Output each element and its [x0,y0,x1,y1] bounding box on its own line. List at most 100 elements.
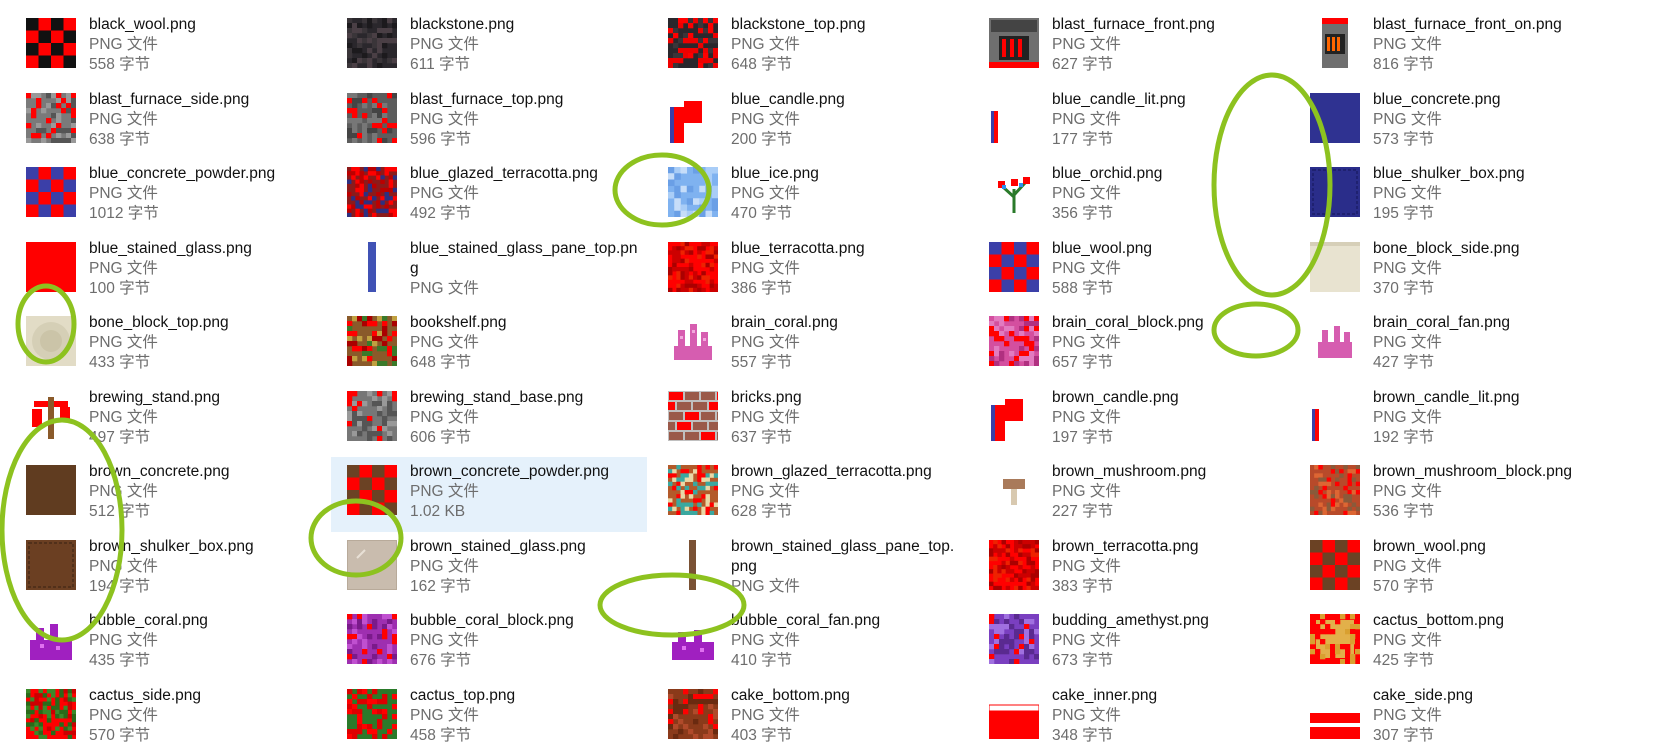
file-name: blue_candle_lit.png [1052,90,1186,108]
file-item[interactable]: cactus_bottom.png PNG 文件 425 字节 [1298,606,1619,681]
glazed-terracotta-texture [347,167,397,217]
solid-brown-texture [26,465,76,515]
file-type: PNG 文件 [410,408,479,426]
file-name: brown_candle.png [1052,388,1179,406]
file-size: 648 字节 [731,56,793,73]
file-thumbnail [1309,166,1361,218]
file-item[interactable]: brewing_stand_base.png PNG 文件 606 字节 [335,383,656,458]
file-item[interactable]: brown_wool.png PNG 文件 570 字节 [1298,532,1619,607]
file-item[interactable]: brown_mushroom_block.png PNG 文件 536 字节 [1298,457,1619,532]
file-item[interactable]: blackstone_top.png PNG 文件 648 字节 [656,10,977,85]
file-item[interactable]: cake_side.png PNG 文件 307 字节 [1298,681,1619,755]
file-item[interactable]: brown_concrete_powder.png PNG 文件 1.02 KB [331,457,647,532]
file-item[interactable]: blast_furnace_front_on.png PNG 文件 816 字节 [1298,10,1619,85]
file-info: blue_shulker_box.png PNG 文件 195 字节 [1373,164,1525,224]
file-item[interactable]: blue_candle_lit.png PNG 文件 177 字节 [977,85,1298,160]
file-type: PNG 文件 [89,110,158,128]
file-thumbnail [988,539,1040,591]
file-name: blast_furnace_front_on.png [1373,16,1562,33]
file-name: blue_orchid.png [1052,165,1163,182]
file-item[interactable]: bookshelf.png PNG 文件 648 字节 [335,308,656,383]
file-name: blast_furnace_side.png [89,90,250,108]
file-name: blue_ice.png [731,165,819,182]
file-item[interactable]: bubble_coral_fan.png PNG 文件 410 字节 [656,606,977,681]
file-type: PNG 文件 [89,632,158,649]
file-item[interactable]: brown_stained_glass.png PNG 文件 162 字节 [335,532,656,607]
file-name: cake_bottom.png [731,686,850,704]
file-item[interactable]: brown_glazed_terracotta.png PNG 文件 628 字节 [656,457,977,532]
file-item[interactable]: cake_inner.png PNG 文件 348 字节 [977,681,1298,755]
file-item[interactable]: cactus_side.png PNG 文件 570 字节 [14,681,335,755]
file-item[interactable]: blast_furnace_front.png PNG 文件 627 字节 [977,10,1298,85]
file-item[interactable]: bone_block_side.png PNG 文件 370 字节 [1298,234,1619,309]
file-info: blue_ice.png PNG 文件 470 字节 [731,164,819,224]
file-info: brown_stained_glass.png PNG 文件 162 字节 [410,537,586,597]
file-item[interactable]: blue_concrete.png PNG 文件 573 字节 [1298,85,1619,160]
glass-beige-texture [347,539,397,590]
file-name: blue_concrete_powder.png [89,165,276,182]
file-thumbnail [988,464,1040,516]
file-item[interactable]: black_wool.png PNG 文件 558 字节 [14,10,335,85]
checker-red-blue-texture [989,241,1039,292]
file-info: bubble_coral_block.png PNG 文件 676 字节 [410,611,574,671]
file-item[interactable]: bubble_coral.png PNG 文件 435 字节 [14,606,335,681]
file-item[interactable]: blue_stained_glass_pane_top.png PNG 文件 [335,234,656,309]
file-item[interactable]: brown_shulker_box.png PNG 文件 194 字节 [14,532,335,607]
file-item[interactable]: budding_amethyst.png PNG 文件 673 字节 [977,606,1298,681]
file-type: PNG 文件 [89,706,158,724]
file-type: PNG 文件 [731,408,800,426]
file-item[interactable]: brown_mushroom.png PNG 文件 227 字节 [977,457,1298,532]
file-item[interactable]: brain_coral_block.png PNG 文件 657 字节 [977,308,1298,383]
file-item[interactable]: blue_shulker_box.png PNG 文件 195 字节 [1298,159,1619,234]
furnace-front-on-texture [1310,18,1360,68]
file-item[interactable]: brown_candle_lit.png PNG 文件 192 字节 [1298,383,1619,458]
file-item[interactable]: blue_glazed_terracotta.png PNG 文件 492 字节 [335,159,656,234]
file-thumbnail [346,241,398,293]
file-name: blue_shulker_box.png [1373,165,1525,182]
file-size: 100 字节 [89,279,151,297]
file-item[interactable]: blue_stained_glass.png PNG 文件 100 字节 [14,234,335,309]
file-item[interactable]: blackstone.png PNG 文件 611 字节 [335,10,656,85]
file-thumbnail [1309,390,1361,442]
file-item[interactable]: bubble_coral_block.png PNG 文件 676 字节 [335,606,656,681]
file-item[interactable]: blue_wool.png PNG 文件 588 字节 [977,234,1298,309]
file-info: cake_bottom.png PNG 文件 403 字节 [731,686,850,746]
file-size: 676 字节 [410,652,472,669]
noise-red-brown-texture [1310,465,1360,515]
file-size: 557 字节 [731,354,793,371]
coral-fan-pink-texture [1310,316,1360,366]
file-item[interactable]: blue_candle.png PNG 文件 200 字节 [656,85,977,160]
file-item[interactable]: blast_furnace_side.png PNG 文件 638 字节 [14,85,335,160]
file-item[interactable]: cactus_top.png PNG 文件 458 字节 [335,681,656,755]
file-item[interactable]: cake_bottom.png PNG 文件 403 字节 [656,681,977,755]
file-thumbnail [667,315,719,367]
file-size: 458 字节 [410,726,472,744]
brewing-stand-texture [26,390,76,441]
file-thumbnail [1309,613,1361,665]
file-thumbnail [667,688,719,740]
file-item[interactable]: brain_coral_fan.png PNG 文件 427 字节 [1298,308,1619,383]
file-item[interactable]: bricks.png PNG 文件 637 字节 [656,383,977,458]
file-size: 194 字节 [89,577,151,595]
file-info: brown_shulker_box.png PNG 文件 194 字节 [89,537,254,597]
file-item[interactable]: blue_ice.png PNG 文件 470 字节 [656,159,977,234]
file-info: blue_terracotta.png PNG 文件 386 字节 [731,239,865,299]
file-item[interactable]: blue_concrete_powder.png PNG 文件 1012 字节 [14,159,335,234]
file-thumbnail [25,464,77,516]
file-item[interactable]: brewing_stand.png PNG 文件 497 字节 [14,383,335,458]
file-item[interactable]: bone_block_top.png PNG 文件 433 字节 [14,308,335,383]
file-size: 195 字节 [1373,205,1435,222]
file-item[interactable]: blue_terracotta.png PNG 文件 386 字节 [656,234,977,309]
file-item[interactable]: blue_orchid.png PNG 文件 356 字节 [977,159,1298,234]
file-name: brown_stained_glass.png [410,537,586,555]
file-item[interactable]: brown_stained_glass_pane_top.png PNG 文件 [656,532,977,607]
file-item[interactable]: brown_candle.png PNG 文件 197 字节 [977,383,1298,458]
file-type: PNG 文件 [410,632,479,649]
glazed-brown-texture [668,465,718,515]
file-item[interactable]: blast_furnace_top.png PNG 文件 596 字节 [335,85,656,160]
file-item[interactable]: brain_coral.png PNG 文件 557 字节 [656,308,977,383]
file-item[interactable]: brown_terracotta.png PNG 文件 383 字节 [977,532,1298,607]
file-item[interactable]: brown_concrete.png PNG 文件 512 字节 [14,457,335,532]
file-type: PNG 文件 [1052,632,1121,649]
file-type: PNG 文件 [1052,557,1121,575]
